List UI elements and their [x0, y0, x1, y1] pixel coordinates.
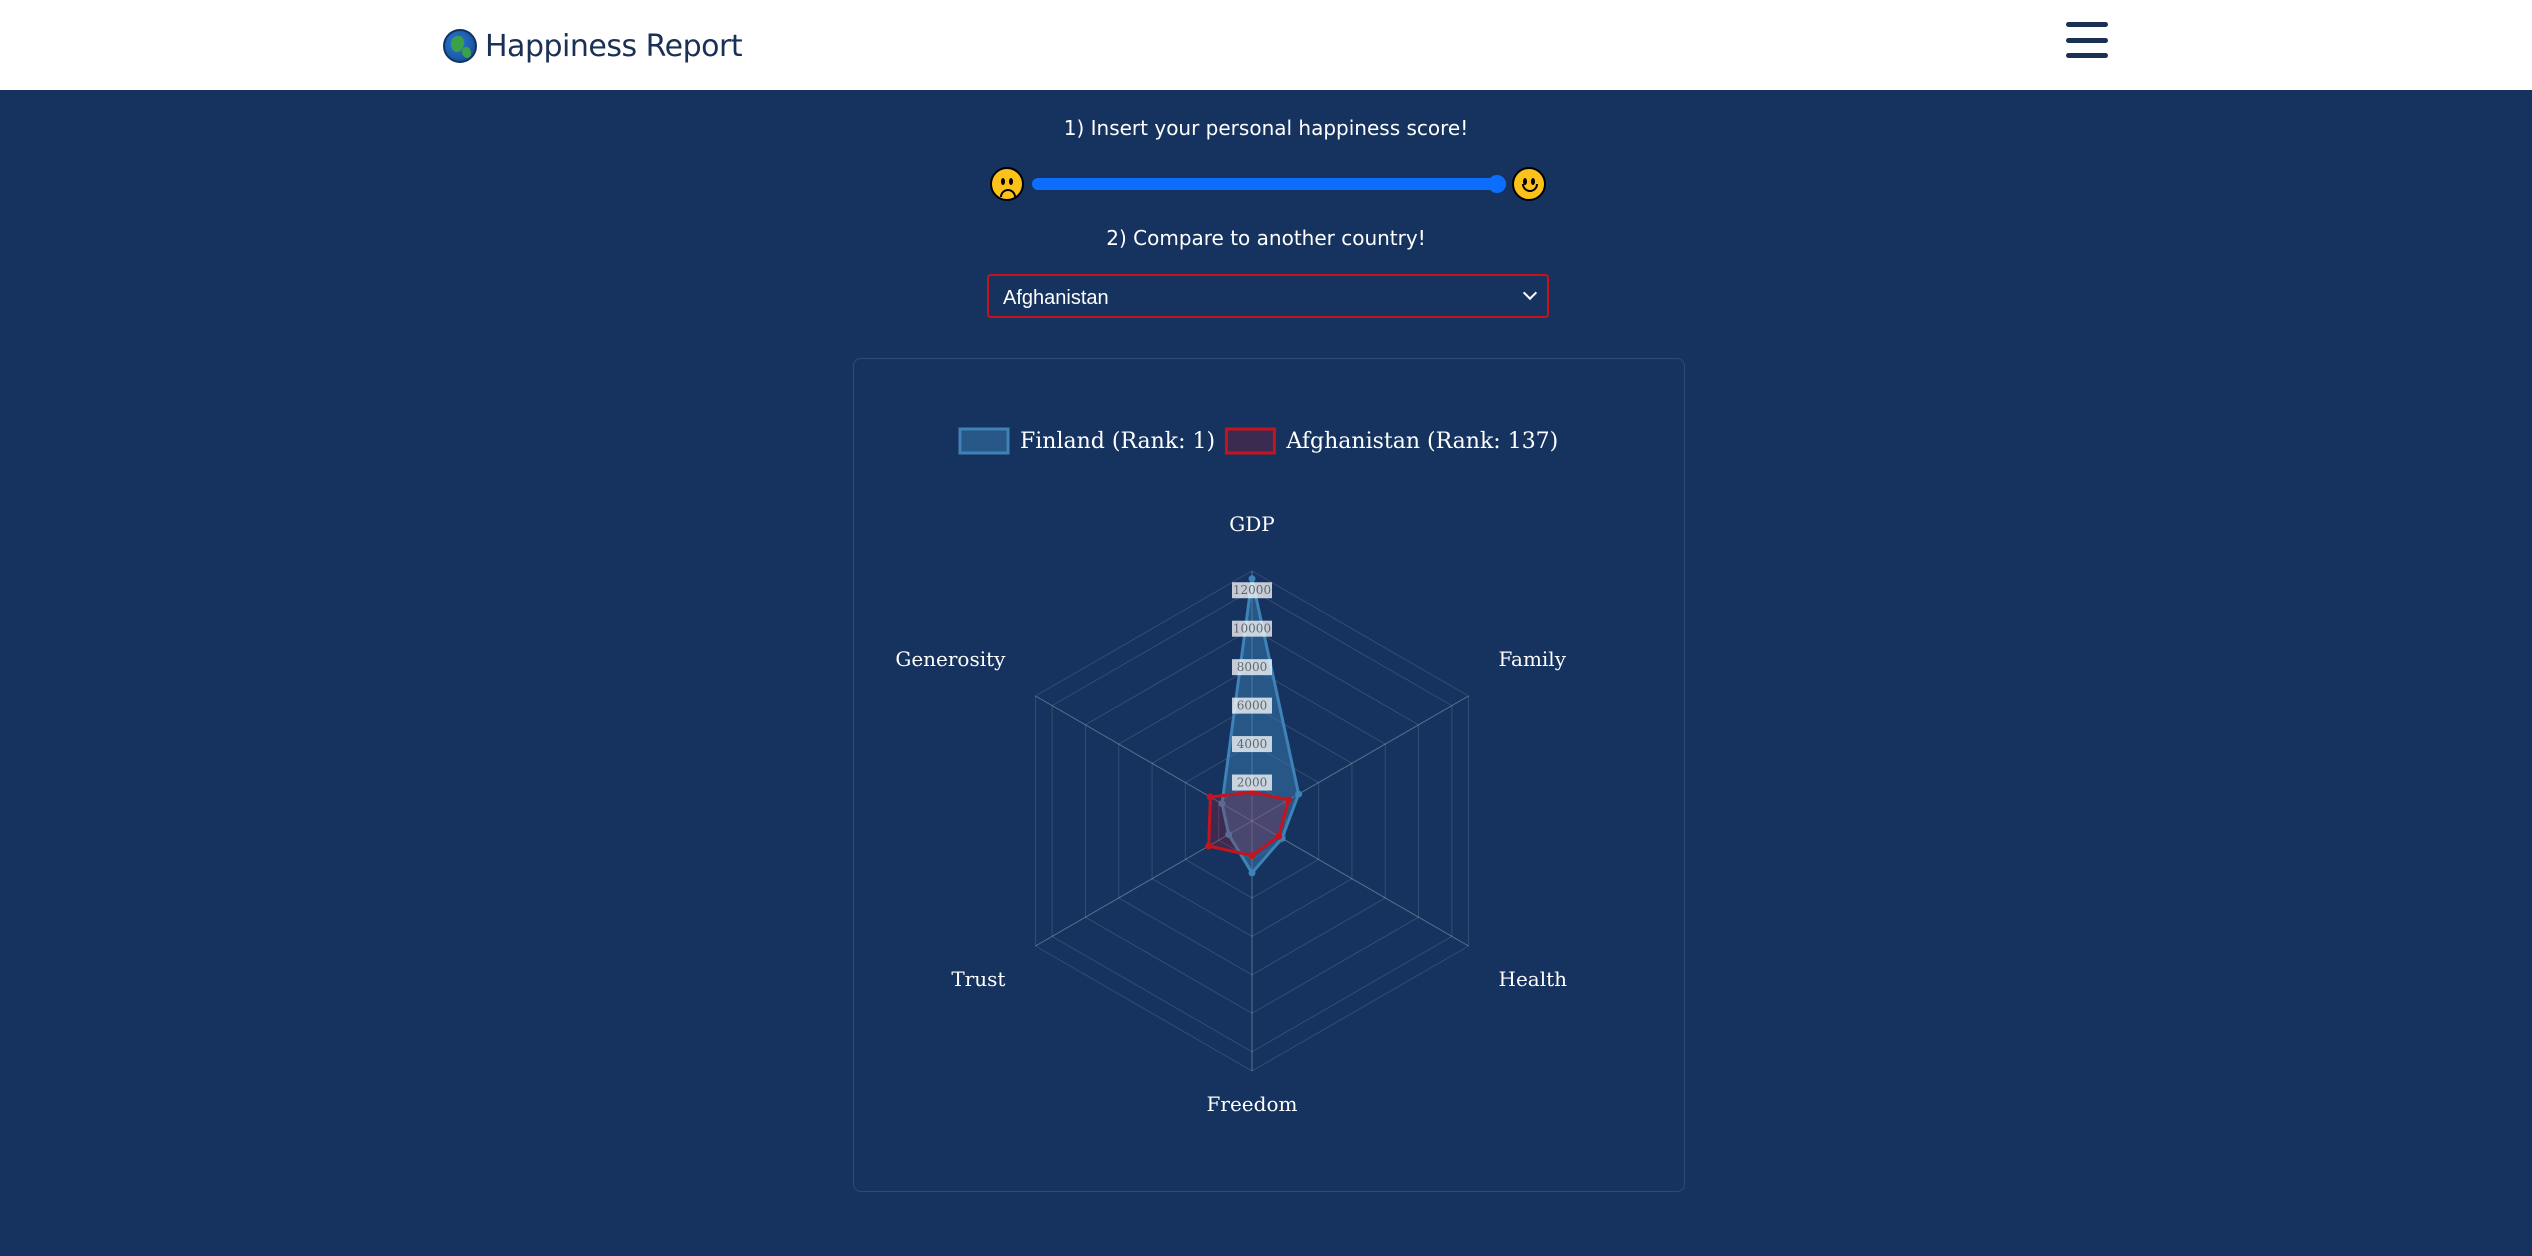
sad-face-icon: [990, 167, 1024, 201]
data-point: [1285, 796, 1293, 804]
tick-label: 6000: [1237, 699, 1268, 713]
radar-chart-card: 2000 4000 6000 8000 10000 12000 GDP Family Healt…: [853, 358, 1685, 1192]
data-point: [1248, 869, 1256, 877]
step1-label: 1) Insert your personal happiness score!: [1063, 116, 1469, 140]
happy-face-icon: [1512, 167, 1546, 201]
slider-thumb[interactable]: [1488, 175, 1506, 193]
data-point: [1248, 852, 1256, 860]
globe-icon: [443, 29, 477, 63]
legend-label-1: Finland (Rank: 1): [1020, 429, 1215, 454]
slider-track: [1032, 178, 1506, 190]
axis-label-generosity: Generosity: [895, 647, 1006, 671]
axis-label-trust: Trust: [951, 967, 1005, 991]
radar-chart: 2000 4000 6000 8000 10000 12000 GDP Family Healt…: [895, 427, 1568, 1116]
data-point: [1295, 790, 1303, 798]
axis-label-freedom: Freedom: [1207, 1092, 1298, 1116]
chevron-down-icon: [1522, 285, 1538, 301]
hamburger-menu-icon[interactable]: [2066, 22, 2110, 58]
country-select-value: Afghanistan: [1003, 287, 1109, 309]
tick-label: 8000: [1237, 660, 1268, 674]
tick-label: 2000: [1237, 776, 1268, 790]
legend-swatch-2: [1224, 427, 1276, 455]
hamburger-bar: [2066, 22, 2108, 27]
tick-label: 12000: [1233, 583, 1271, 597]
data-point: [1275, 832, 1283, 840]
legend-label-2: Afghanistan (Rank: 137): [1285, 429, 1558, 454]
brand-link[interactable]: Happiness Report: [443, 26, 743, 66]
brand-title: Happiness Report: [485, 28, 743, 64]
happiness-slider[interactable]: [1032, 175, 1506, 193]
legend-swatch-1: [958, 427, 1010, 455]
data-point: [1248, 575, 1256, 583]
axis-label-family: Family: [1499, 647, 1567, 671]
data-point: [1206, 793, 1214, 801]
hamburger-bar: [2066, 37, 2108, 43]
axis-label-gdp: GDP: [1229, 512, 1274, 536]
hamburger-bar: [2066, 53, 2108, 58]
data-point: [1205, 842, 1213, 850]
tick-label: 10000: [1233, 622, 1271, 636]
step2-label: 2) Compare to another country!: [1106, 226, 1426, 250]
axis-label-health: Health: [1499, 967, 1568, 991]
country-select[interactable]: Afghanistan: [987, 274, 1549, 318]
tick-label: 4000: [1237, 737, 1268, 751]
navbar: Happiness Report: [0, 0, 2532, 90]
